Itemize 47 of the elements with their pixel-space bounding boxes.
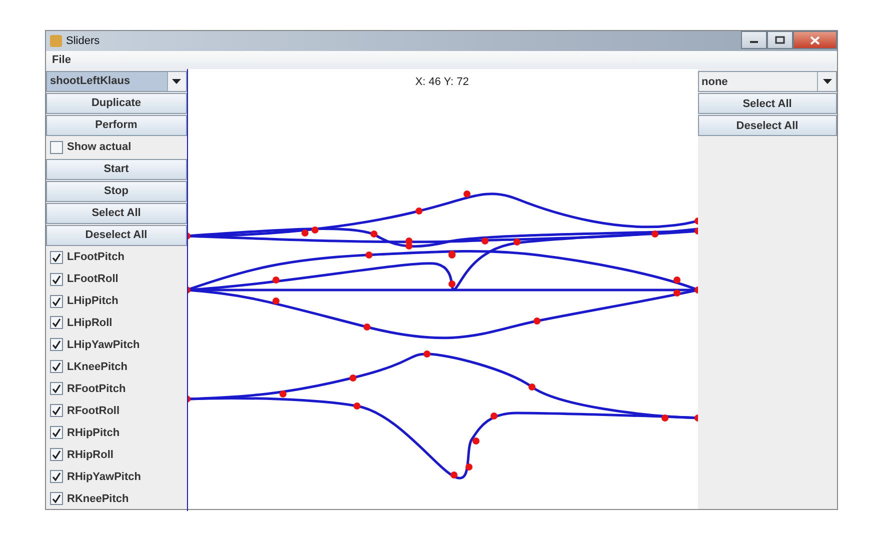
coordinates-label: X: 46 Y: 72	[415, 76, 469, 88]
checkbox[interactable]: LFootPitch	[46, 246, 186, 268]
checkbox[interactable]: RFootPitch	[46, 378, 186, 400]
window-title: Sliders	[66, 35, 100, 47]
close-icon	[810, 36, 820, 44]
checkbox[interactable]: LHipRoll	[46, 312, 186, 334]
checkbox-box[interactable]	[50, 382, 63, 396]
maximize-button[interactable]	[767, 31, 793, 49]
button[interactable]: Perform	[46, 114, 186, 136]
checkbox-box[interactable]	[50, 316, 63, 330]
checkbox-box[interactable]	[50, 272, 63, 286]
checkbox-box[interactable]	[50, 470, 63, 484]
button[interactable]: Stop	[46, 180, 186, 202]
menu-item[interactable]: File	[52, 54, 71, 66]
button[interactable]: Deselect All	[46, 224, 186, 246]
dropdown[interactable]: shootLeftKlaus	[46, 71, 186, 92]
checkbox-box[interactable]	[50, 360, 63, 374]
checkbox-box[interactable]	[50, 338, 63, 352]
button[interactable]: Deselect All	[698, 115, 837, 136]
checkbox-box[interactable]	[50, 404, 63, 418]
checkbox[interactable]: LHipPitch	[46, 290, 186, 312]
checkbox[interactable]: RHipRoll	[46, 444, 186, 466]
checkbox[interactable]: RHipPitch	[46, 422, 186, 444]
checkbox-box[interactable]	[50, 250, 63, 264]
checkbox-box[interactable]	[50, 294, 63, 308]
checkbox[interactable]: LFootRoll	[46, 268, 186, 290]
caret-icon	[172, 78, 181, 84]
checkbox[interactable]: RFootRoll	[46, 400, 186, 422]
close-button[interactable]	[793, 31, 837, 49]
button[interactable]: Duplicate	[46, 92, 186, 114]
checkbox-box[interactable]	[50, 492, 63, 506]
checkbox[interactable]: LHipYawPitch	[46, 334, 186, 356]
button[interactable]: Select All	[698, 93, 837, 114]
button[interactable]: Start	[46, 158, 186, 180]
checkbox-box[interactable]	[50, 140, 63, 154]
checkbox-box[interactable]	[50, 448, 63, 462]
caret-icon	[822, 79, 832, 84]
checkbox-box[interactable]	[50, 426, 63, 440]
checkbox[interactable]: RHipYawPitch	[46, 466, 186, 488]
button[interactable]: Select All	[46, 202, 186, 224]
checkbox[interactable]: RKneePitch	[46, 488, 186, 510]
plot-canvas[interactable]: X: 46 Y: 72	[186, 69, 698, 509]
maximize-icon	[775, 36, 785, 44]
checkbox[interactable]: Show actual	[46, 136, 186, 158]
checkbox[interactable]: LKneePitch	[46, 356, 186, 378]
dropdown[interactable]: none	[698, 71, 837, 92]
minimize-button[interactable]	[741, 31, 767, 49]
